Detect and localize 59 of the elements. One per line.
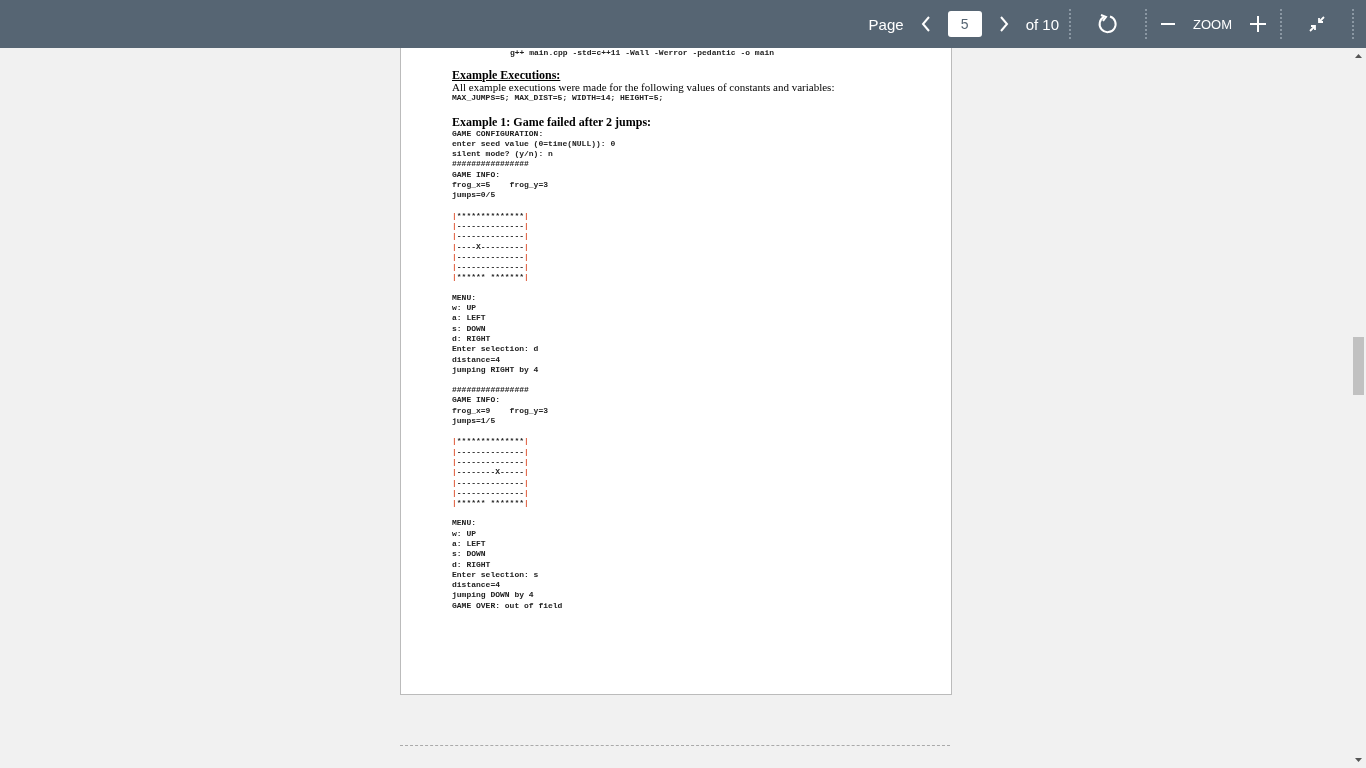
console-line: Enter selection: d: [452, 344, 540, 355]
console-line: a: LEFT: [452, 539, 487, 550]
command-line: g++ main.cpp -std=c++11 -Wall -Werror -pedantic -o main: [510, 48, 776, 59]
board-row-text: |--------------|: [452, 231, 530, 242]
board-row-text: |**************|: [452, 436, 530, 447]
board-row-text: |--------------|: [452, 251, 530, 263]
board-row-text: |**************|: [452, 210, 530, 221]
console-line: jumping DOWN by 4: [452, 590, 535, 601]
console-line: a: LEFT: [452, 313, 487, 324]
zoom-label: ZOOM: [1193, 16, 1232, 32]
console-line: d: RIGHT: [452, 333, 492, 345]
scroll-down-icon[interactable]: [1355, 758, 1362, 762]
board-row-text: |--------------|: [452, 220, 530, 232]
section-heading: Example Executions:: [452, 69, 562, 83]
console-line: silent mode? (y/n): n: [452, 149, 554, 160]
console-line: jumping RIGHT by 4: [452, 364, 540, 376]
board-row-text: |--------------|: [452, 446, 530, 457]
console-line: MENU:: [452, 292, 477, 304]
console-line: ################: [452, 159, 530, 170]
page-count: of 10: [1025, 15, 1059, 33]
collapse-arrows-icon: [1308, 15, 1326, 33]
console-line: s: DOWN: [452, 323, 487, 334]
board-row-text: |--------------|: [452, 456, 530, 468]
console-line: GAME CONFIGURATION:: [452, 128, 545, 139]
console-line: jumps=1/5: [452, 416, 497, 427]
board-row-text: |----X---------|: [452, 241, 530, 252]
board-row-text: |--------------|: [452, 487, 530, 499]
console-line: GAME OVER: out of field: [452, 600, 564, 612]
console-line: d: RIGHT: [452, 559, 492, 570]
scrollbar-thumb[interactable]: [1353, 337, 1364, 395]
console-line: jumps=0/5: [452, 190, 497, 201]
board-row-text: |--------------|: [452, 477, 530, 488]
console-line: frog_x=9 frog_y=3: [452, 405, 549, 416]
console-line: ################: [452, 385, 530, 396]
example-heading: Example 1: Game failed after 2 jumps:: [452, 115, 653, 129]
console-line: frog_x=5 frog_y=3: [452, 180, 549, 191]
page-number-field[interactable]: 5: [947, 11, 982, 37]
intro-paragraph: All example executions were made for the following values of constants and variables:: [452, 82, 836, 94]
plus-icon: [1250, 16, 1266, 32]
console-line: enter seed value (0=time(NULL)): 0: [452, 138, 617, 150]
console-line: w: UP: [452, 303, 477, 314]
chevron-left-icon: [919, 15, 932, 33]
board-row-text: |****** *******|: [452, 498, 530, 509]
constants-line: MAX_JUMPS=5; MAX_DIST=5; WIDTH=14; HEIGHT=5;: [452, 93, 665, 104]
board-row-text: |--------X-----|: [452, 467, 530, 478]
console-line: MENU:: [452, 518, 477, 529]
console-line: GAME INFO:: [452, 395, 501, 406]
console-line: distance=4: [452, 354, 501, 365]
scroll-up-icon[interactable]: [1355, 54, 1362, 58]
board-row-text: |--------------|: [452, 262, 530, 273]
chevron-right-icon: [997, 15, 1010, 33]
console-line: s: DOWN: [452, 549, 487, 560]
console-line: GAME INFO:: [452, 169, 501, 181]
console-line: distance=4: [452, 580, 501, 591]
console-line: w: UP: [452, 528, 477, 539]
page-label: Page: [868, 15, 904, 33]
console-line: Enter selection: s: [452, 569, 540, 581]
rotate-icon: [1097, 13, 1119, 35]
board-row-text: |****** *******|: [452, 272, 530, 283]
